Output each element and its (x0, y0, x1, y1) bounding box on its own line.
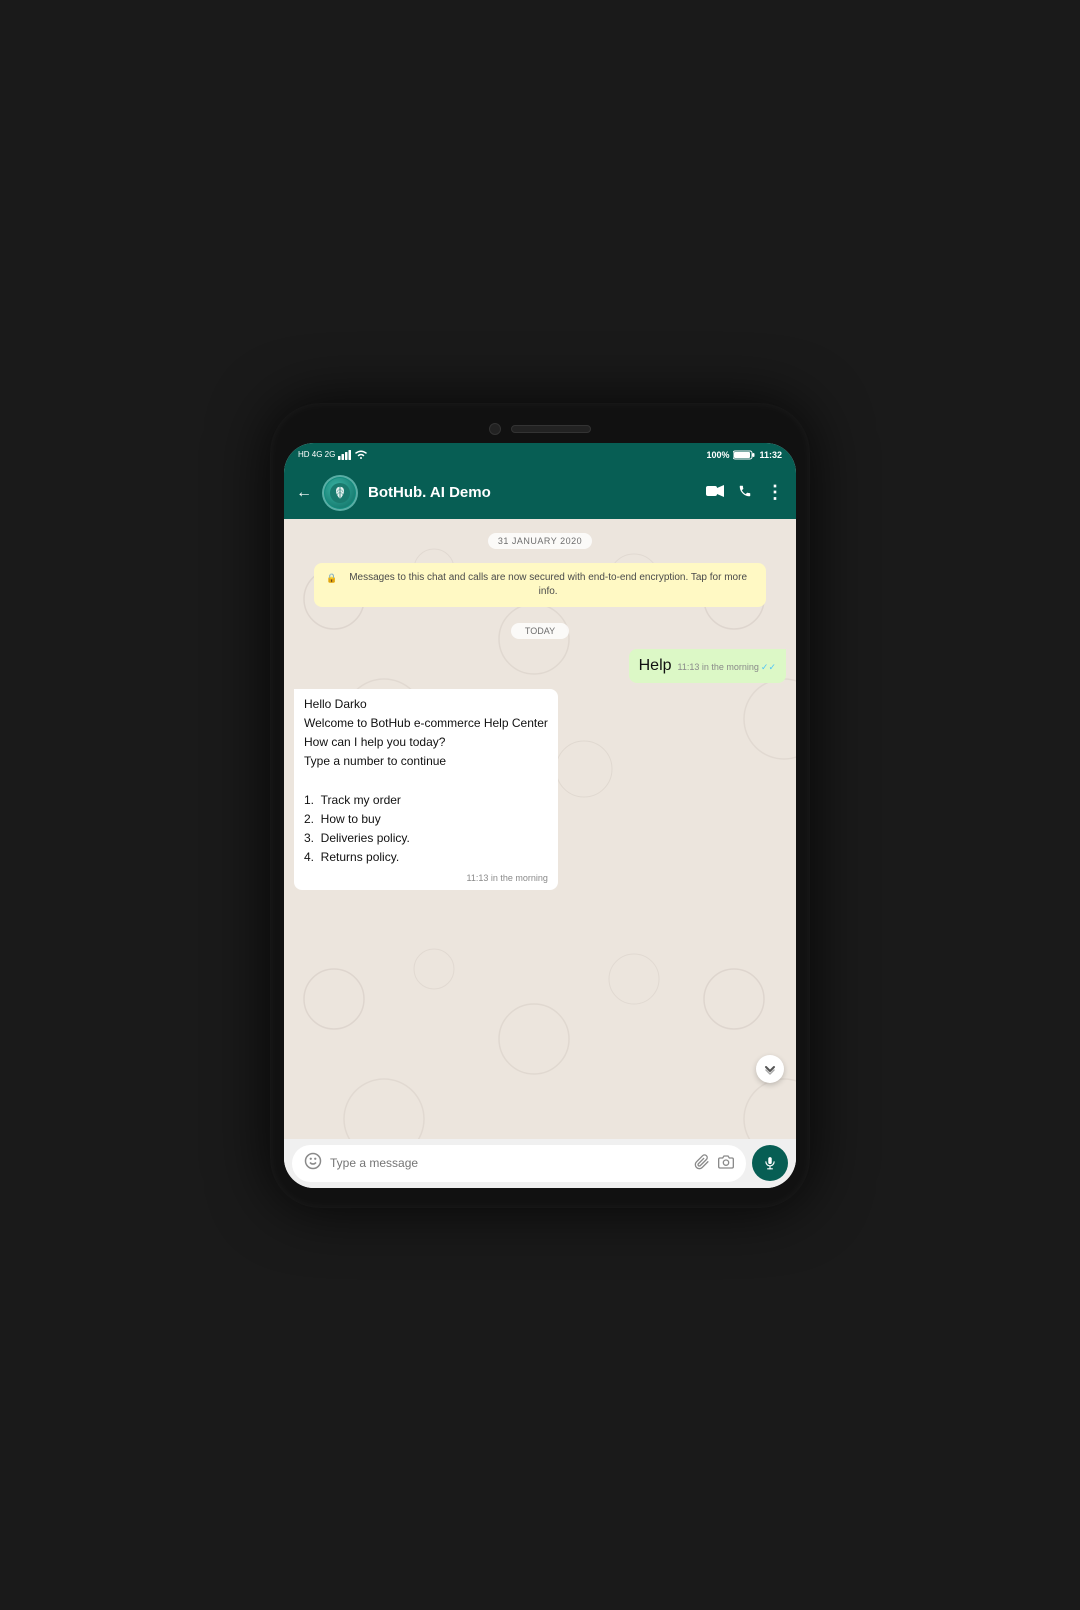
phone-frame: HD 4G 2G 100% (270, 403, 810, 1208)
header-icons: ⋮ (706, 482, 784, 503)
mic-button[interactable] (752, 1145, 788, 1181)
chat-area: 31 JANUARY 2020 🔒 Messages to this chat … (284, 519, 796, 1139)
bot-message-text: Hello Darko Welcome to BotHub e-commerce… (304, 695, 548, 868)
bot-greeting: Hello Darko (304, 695, 548, 714)
date-label: 31 JANUARY 2020 (488, 533, 592, 549)
received-message-meta: 11:13 in the morning (304, 872, 548, 885)
more-options-icon[interactable]: ⋮ (766, 482, 784, 503)
contact-name: BotHub. AI Demo (368, 484, 696, 501)
network-indicator: HD 4G 2G (298, 450, 335, 459)
earpiece-speaker (511, 425, 591, 433)
sent-message-row: Help 11:13 in the morning ✓✓ (294, 649, 786, 683)
battery-percent: 100% (706, 450, 729, 460)
status-right: 100% 11:32 (706, 450, 782, 460)
bothub-logo (325, 478, 355, 508)
bot-question: How can I help you today? (304, 733, 548, 752)
bothub-logo-svg (330, 483, 350, 503)
sent-time: 11:13 in the morning (678, 661, 759, 674)
date-badge: 31 JANUARY 2020 (294, 531, 786, 549)
lock-icon: 🔒 (326, 572, 337, 585)
input-wrapper (292, 1145, 746, 1182)
bot-option-3: 3. Deliveries policy. (304, 829, 548, 848)
bot-welcome: Welcome to BotHub e-commerce Help Center (304, 714, 548, 733)
read-receipts-icon: ✓✓ (761, 661, 776, 674)
emoji-button[interactable] (304, 1152, 322, 1175)
chat-header: ← BotHub. AI Demo (284, 467, 796, 519)
chevron-down-icon (764, 1063, 776, 1075)
received-time: 11:13 in the morning (466, 872, 547, 885)
signal-icon (338, 450, 352, 460)
input-bar (284, 1139, 796, 1188)
sent-text: Help (639, 655, 672, 677)
bot-option-2: 2. How to buy (304, 810, 548, 829)
message-input[interactable] (330, 1156, 686, 1170)
paperclip-icon (694, 1154, 710, 1170)
bot-instruction: Type a number to continue (304, 752, 548, 771)
encryption-notice[interactable]: 🔒 Messages to this chat and calls are no… (314, 563, 766, 607)
sent-bubble: Help 11:13 in the morning ✓✓ (629, 649, 786, 683)
phone-notch (284, 423, 796, 443)
video-call-icon[interactable] (706, 485, 724, 500)
clock-time: 11:32 (759, 450, 782, 460)
camera-icon (718, 1154, 734, 1170)
battery-icon (733, 450, 755, 460)
wifi-icon (355, 450, 367, 460)
today-badge: TODAY (294, 621, 786, 639)
attach-button[interactable] (694, 1154, 710, 1173)
today-label: TODAY (511, 623, 569, 639)
scroll-down-button[interactable] (756, 1055, 784, 1083)
encryption-text: Messages to this chat and calls are now … (342, 571, 754, 599)
status-left: HD 4G 2G (298, 450, 367, 460)
camera-button[interactable] (718, 1154, 734, 1173)
chat-area-container: 31 JANUARY 2020 🔒 Messages to this chat … (284, 519, 796, 1139)
status-bar: HD 4G 2G 100% (284, 443, 796, 467)
phone-screen: HD 4G 2G 100% (284, 443, 796, 1188)
front-camera (489, 423, 501, 435)
bot-option-4: 4. Returns policy. (304, 848, 548, 867)
received-message-row: Hello Darko Welcome to BotHub e-commerce… (294, 689, 786, 890)
avatar[interactable] (322, 475, 358, 511)
phone-call-icon[interactable] (738, 484, 752, 501)
back-button[interactable]: ← (296, 484, 312, 502)
mic-icon (763, 1156, 777, 1170)
received-bubble: Hello Darko Welcome to BotHub e-commerce… (294, 689, 558, 890)
sent-message-content: Help 11:13 in the morning ✓✓ (639, 655, 776, 677)
bot-option-1: 1. Track my order (304, 791, 548, 810)
sent-message-meta: 11:13 in the morning ✓✓ (678, 661, 776, 674)
emoji-icon (304, 1152, 322, 1170)
